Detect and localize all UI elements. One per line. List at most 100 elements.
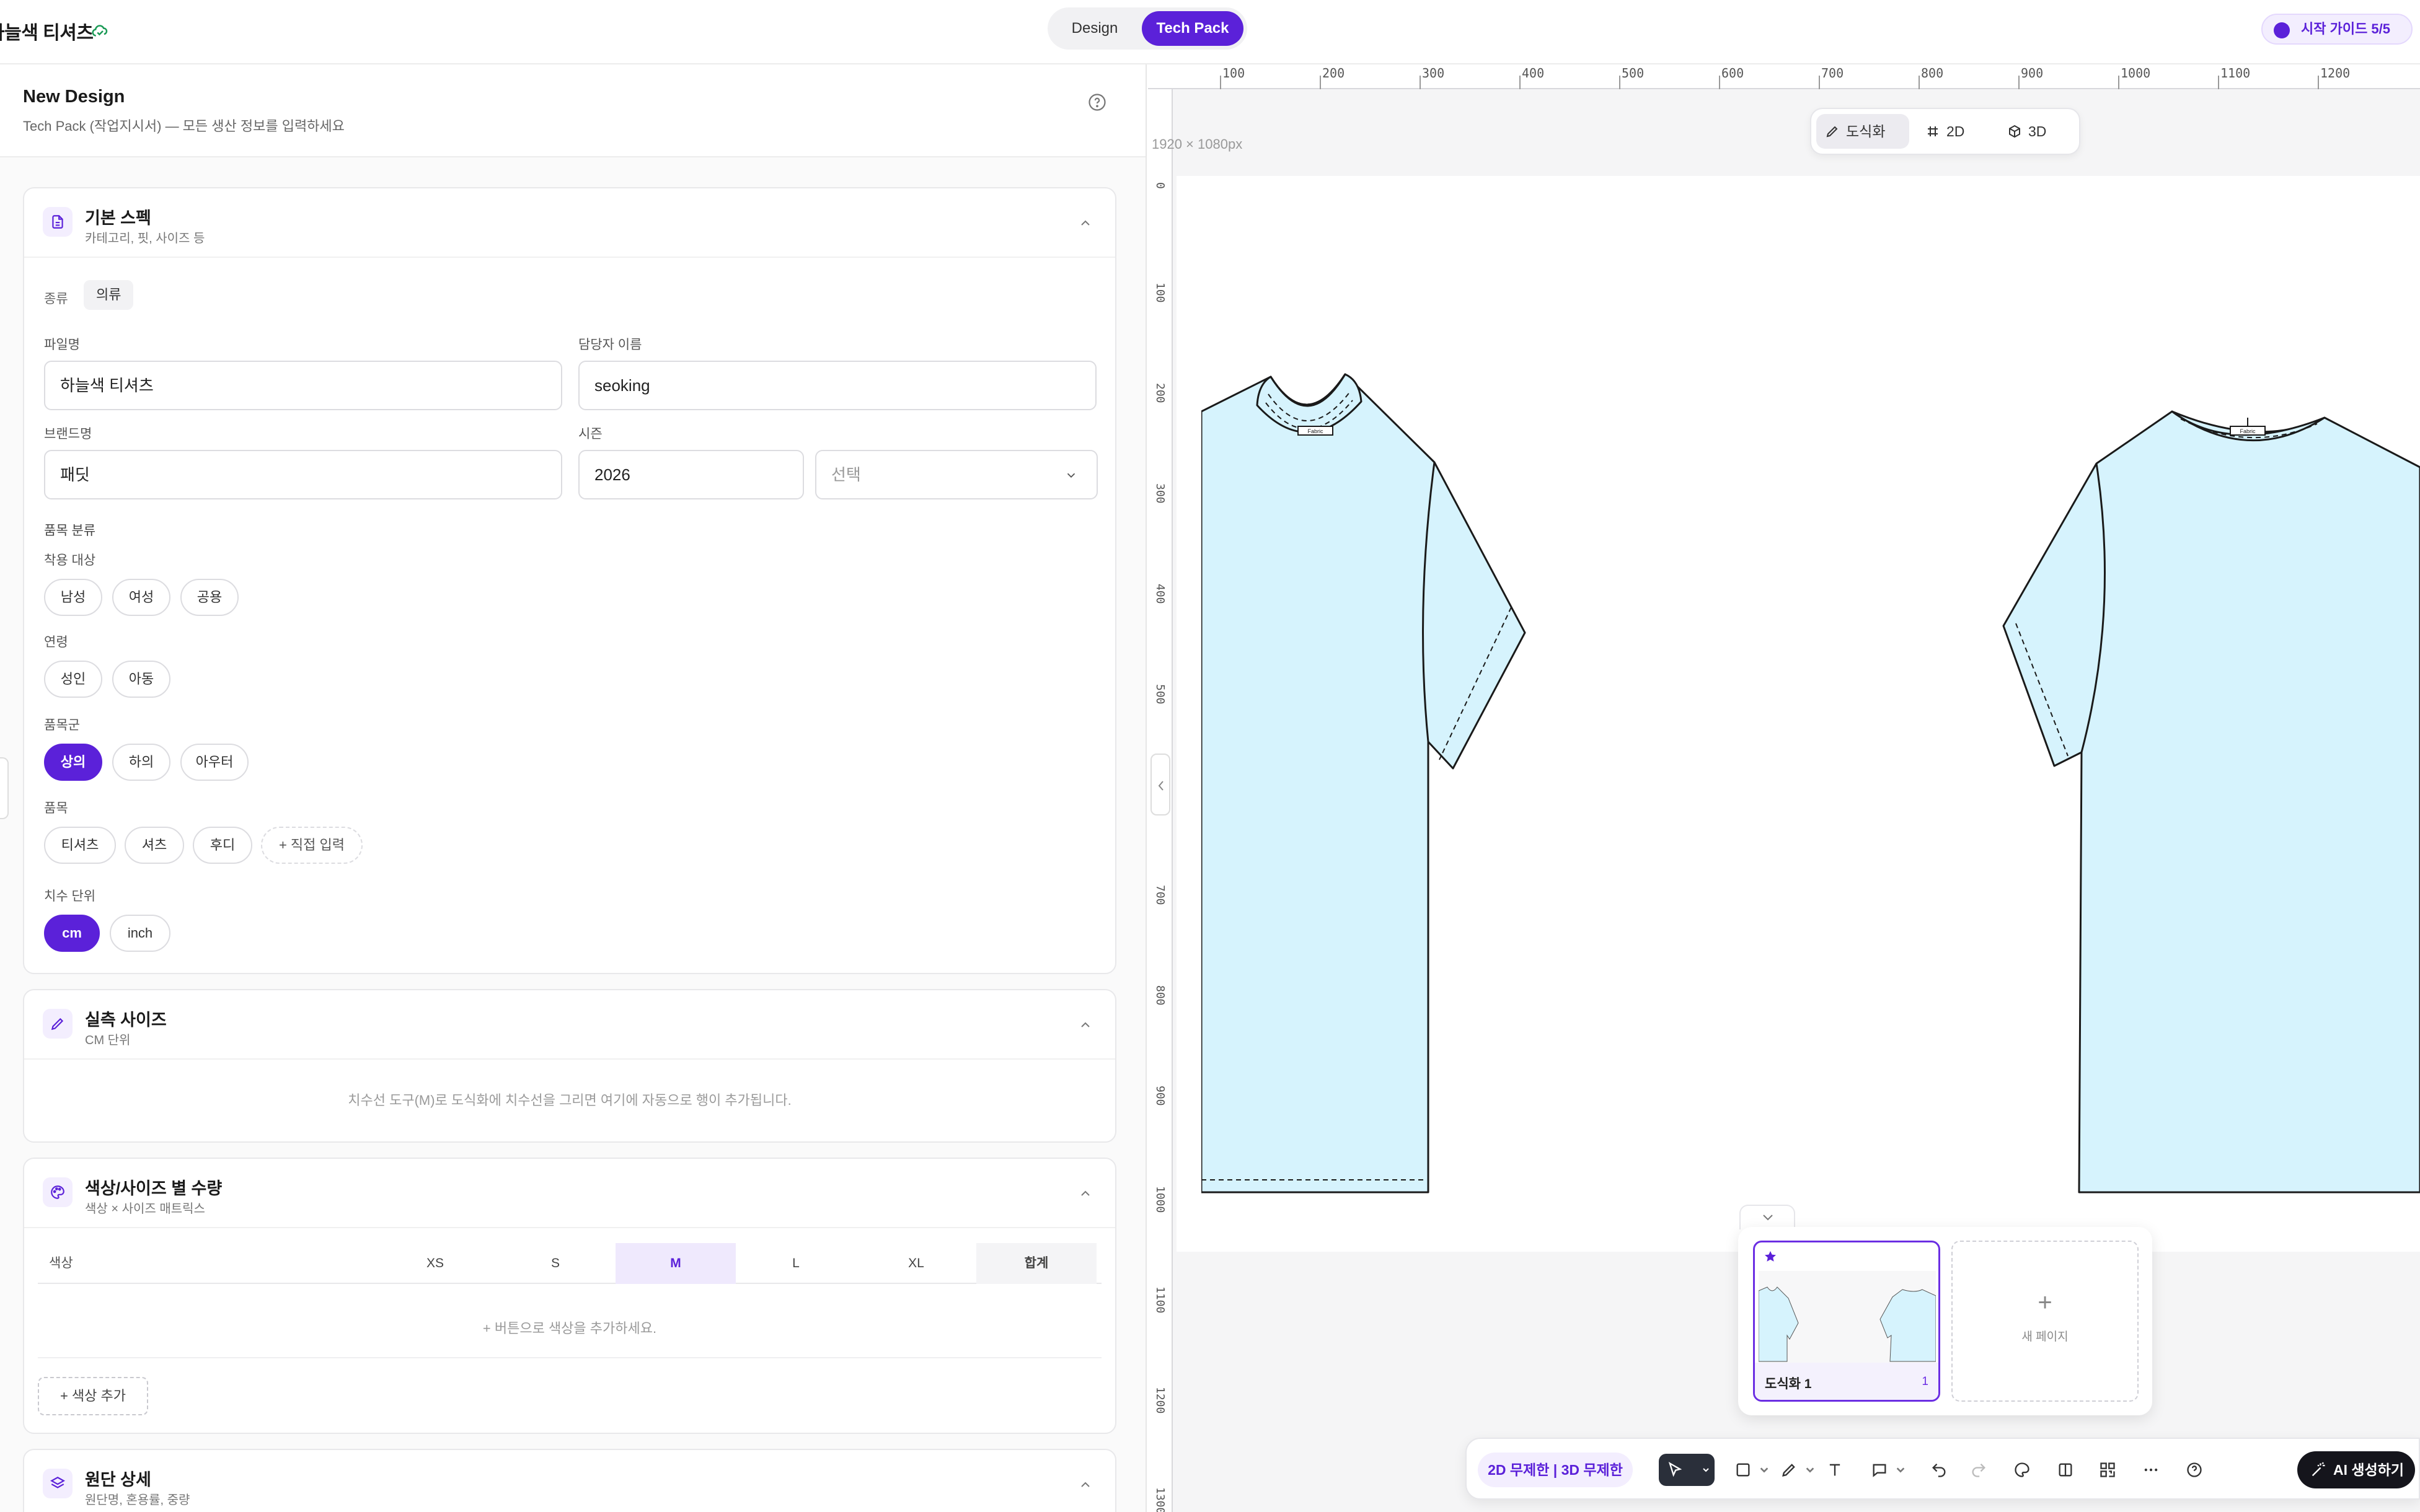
qr-tool-button[interactable]	[2091, 1454, 2124, 1486]
page-thumbnail[interactable]: 도식화 1 1	[1753, 1241, 1940, 1402]
basic-spec-header[interactable]: 기본 스펙 카테고리, 핏, 사이즈 등	[24, 188, 1115, 258]
basic-spec-title: 기본 스펙	[85, 209, 151, 227]
redo-button[interactable]	[1963, 1454, 1995, 1486]
kind-value-chip[interactable]: 의류	[84, 280, 134, 310]
chevron-down-icon[interactable]	[1759, 1465, 1769, 1475]
manager-name-input[interactable]: seoking	[578, 361, 1097, 410]
start-guide-label: 시작 가이드 5/5	[2301, 21, 2391, 37]
group-option-outer[interactable]: 아우터	[180, 744, 249, 781]
add-color-button[interactable]: + 색상 추가	[38, 1377, 148, 1415]
target-option-unisex[interactable]: 공용	[180, 579, 239, 616]
age-label: 연령	[44, 635, 68, 649]
view-3d-button[interactable]: 3D	[1998, 114, 2067, 149]
page-number: 1	[1922, 1375, 1928, 1388]
ruler-tick	[1919, 76, 1920, 89]
document-title[interactable]: 하늘색 티셔츠	[0, 17, 94, 45]
more-options-button[interactable]	[2135, 1454, 2167, 1486]
file-name-label: 파일명	[44, 338, 80, 352]
design-canvas[interactable]: Fabric Fabric 100 200 300 400 500 600 700 800 90…	[1148, 64, 2420, 1512]
artboard-dimensions: 1920 × 1080px	[1152, 136, 1243, 152]
target-option-male[interactable]: 남성	[44, 579, 102, 616]
item-option-shirt[interactable]: 셔츠	[125, 827, 184, 864]
chevron-up-icon[interactable]	[1078, 1018, 1093, 1032]
file-name-input[interactable]: 하늘색 티셔츠	[44, 361, 562, 410]
chevron-down-icon[interactable]	[1896, 1465, 1906, 1475]
undo-button[interactable]	[1923, 1454, 1955, 1486]
view-mode-toggle: 도식화 2D 3D	[1810, 108, 2080, 155]
comment-tool-button[interactable]	[1863, 1454, 1896, 1486]
pen-icon	[1782, 1464, 1795, 1477]
season-select[interactable]: 선택	[815, 450, 1098, 499]
design-mode-button[interactable]: Design	[1053, 11, 1137, 46]
pages-collapse-button[interactable]	[1739, 1205, 1795, 1229]
unit-option-cm[interactable]: cm	[44, 915, 100, 952]
text-icon	[1829, 1464, 1840, 1476]
pen-tool-button[interactable]	[1773, 1454, 1805, 1486]
start-guide-button[interactable]: 시작 가이드 5/5	[2261, 14, 2413, 45]
view-2d-button[interactable]: 2D	[1917, 114, 1985, 149]
select-tool-button[interactable]	[1659, 1454, 1715, 1486]
generation-quota-badge[interactable]: 2D 무제한 | 3D 무제한	[1478, 1453, 1633, 1487]
quantity-empty-note: + 버튼으로 색상을 추가하세요.	[482, 1321, 657, 1336]
neck-label-icon: Fabric Fabric	[1297, 418, 2266, 436]
star-icon	[1765, 1250, 1776, 1262]
text-tool-button[interactable]	[1819, 1454, 1851, 1486]
quantity-header[interactable]: 색상/사이즈 별 수량 색상 × 사이즈 매트릭스	[24, 1159, 1115, 1228]
panel-title: New Design	[23, 87, 125, 107]
measurement-subtitle: CM 단위	[85, 1034, 131, 1047]
fabric-header[interactable]: 원단 상세 원단명, 혼용률, 중량	[24, 1450, 1115, 1512]
chevron-down-icon[interactable]	[1805, 1465, 1815, 1475]
ruler-label: 400	[1154, 584, 1167, 604]
chevron-up-icon[interactable]	[1078, 1477, 1093, 1492]
view-flat-button[interactable]: 도식화	[1816, 114, 1909, 149]
measurement-header[interactable]: 실측 사이즈 CM 단위	[24, 990, 1115, 1060]
ruler-label: 900	[2021, 66, 2044, 81]
total-column-header: 합계	[976, 1243, 1097, 1284]
pencil-icon	[43, 1009, 73, 1039]
ruler-label: 1100	[2220, 66, 2251, 81]
group-option-tops[interactable]: 상의	[44, 744, 102, 781]
panel-collapse-handle[interactable]	[0, 757, 9, 819]
measurement-card: 실측 사이즈 CM 단위 치수선 도구(M)로 도식화에 치수선을 그리면 여기…	[23, 989, 1116, 1143]
item-option-hoodie[interactable]: 후디	[193, 827, 252, 864]
age-option-adult[interactable]: 성인	[44, 661, 102, 698]
quantity-subtitle: 색상 × 사이즈 매트릭스	[85, 1202, 205, 1216]
measurement-title: 실측 사이즈	[85, 1011, 167, 1029]
brand-name-input[interactable]: 패딧	[44, 450, 562, 499]
size-header-m: M	[616, 1243, 736, 1284]
unit-option-inch[interactable]: inch	[110, 915, 170, 952]
new-page-button[interactable]: + 새 페이지	[1951, 1241, 2139, 1402]
group-option-bottoms[interactable]: 하의	[112, 744, 170, 781]
age-option-kids[interactable]: 아동	[112, 661, 170, 698]
target-option-female[interactable]: 여성	[112, 579, 170, 616]
help-button[interactable]	[2178, 1454, 2210, 1486]
square-icon	[1736, 1463, 1750, 1477]
ruler-label: 700	[1821, 66, 1844, 81]
qr-icon	[2100, 1462, 2115, 1477]
ai-generate-button[interactable]: AI 생성하기	[2297, 1451, 2415, 1488]
tshirt-flat-sketch[interactable]: Fabric Fabric	[1201, 176, 2420, 1252]
quantity-card: 색상/사이즈 별 수량 색상 × 사이즈 매트릭스 색상 XS S M L XL…	[23, 1158, 1116, 1434]
chevron-up-icon[interactable]	[1078, 216, 1093, 231]
ruler-label: 800	[1921, 66, 1944, 81]
color-tool-button[interactable]	[2006, 1454, 2038, 1486]
panel-header: New Design Tech Pack (작업지시서) — 모든 생산 정보를…	[0, 64, 1146, 157]
quantity-title: 색상/사이즈 별 수량	[85, 1179, 223, 1198]
rectangle-tool-button[interactable]	[1727, 1454, 1759, 1486]
cursor-icon	[1668, 1462, 1682, 1477]
comment-icon	[1873, 1464, 1886, 1477]
season-year-input[interactable]: 2026	[578, 450, 804, 499]
canvas-collapse-handle[interactable]	[1150, 754, 1170, 815]
item-option-tshirt[interactable]: 티셔츠	[44, 827, 116, 864]
chevron-up-icon[interactable]	[1078, 1186, 1093, 1201]
ruler-label: 500	[1154, 684, 1167, 705]
undo-icon	[1932, 1463, 1946, 1477]
chevron-down-icon	[1763, 1215, 1773, 1221]
cube-icon	[2009, 125, 2020, 138]
ruler-label: 800	[1154, 985, 1167, 1006]
mirror-tool-button[interactable]	[2049, 1454, 2082, 1486]
item-custom-input-button[interactable]: + 직접 입력	[261, 827, 363, 864]
artboard[interactable]: Fabric Fabric	[1177, 176, 2420, 1252]
help-icon[interactable]	[1088, 93, 1106, 112]
techpack-mode-button[interactable]: Tech Pack	[1142, 11, 1243, 46]
